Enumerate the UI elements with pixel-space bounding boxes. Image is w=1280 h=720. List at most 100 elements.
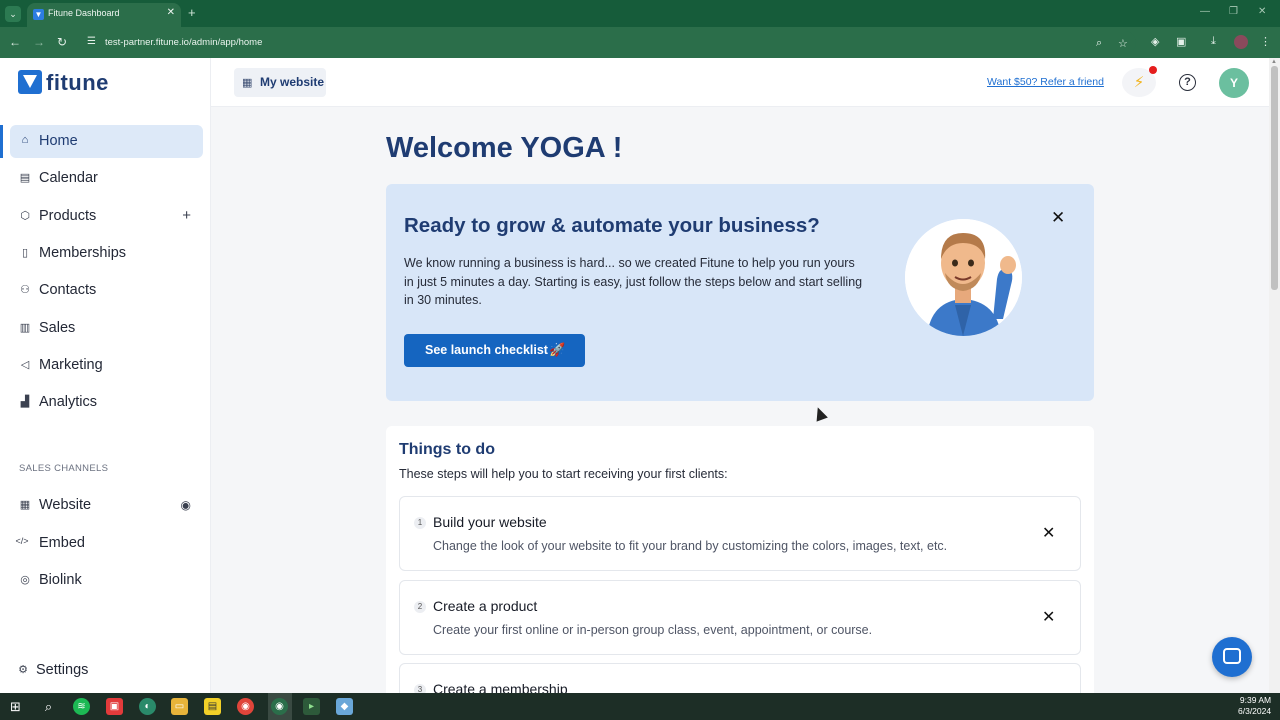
code-icon: </> — [15, 536, 29, 546]
windows-taskbar — [0, 693, 1280, 720]
puzzle-extensions-icon[interactable]: ▣ — [1176, 35, 1186, 48]
home-icon: ⌂ — [21, 134, 29, 146]
tab-title: Fitune Dashboard — [48, 8, 120, 18]
close-banner-icon[interactable]: ✕ — [1051, 208, 1065, 228]
sidebar-item-embed[interactable]: </> Embed — [10, 527, 203, 560]
eye-icon[interactable]: ◉ — [181, 498, 191, 512]
notification-dot — [1149, 66, 1157, 74]
refer-friend-link[interactable]: Want $50? Refer a friend — [987, 76, 1104, 88]
tab-search-button[interactable]: ⌄ — [5, 6, 21, 22]
sidebar-item-sales[interactable]: ▥ Sales — [10, 312, 203, 345]
extension-icon[interactable]: ◈ — [1151, 35, 1159, 48]
sidebar-item-label: Embed — [39, 535, 85, 551]
chrome-icon[interactable]: ◉ — [237, 698, 254, 715]
system-clock[interactable]: 9:39 AM 6/3/2024 — [1238, 695, 1271, 717]
reload-icon[interactable]: ↻ — [57, 35, 67, 49]
restore-icon[interactable]: ❐ — [1229, 6, 1238, 17]
sidebar-item-label: Home — [39, 133, 78, 149]
spotify-icon[interactable]: ≋ — [73, 698, 90, 715]
sidebar-item-settings[interactable]: ⚙ Settings — [8, 654, 201, 687]
fitune-logo-icon[interactable] — [18, 70, 42, 94]
chart-icon: ▟ — [20, 396, 30, 408]
back-icon[interactable]: ← — [9, 35, 21, 49]
file-explorer-icon[interactable]: ▭ — [171, 698, 188, 715]
my-website-button[interactable]: ▦ My website — [234, 68, 326, 97]
sidebar-item-contacts[interactable]: ⚇ Contacts — [10, 274, 203, 307]
sidebar-item-calendar[interactable]: ▤ Calendar — [10, 162, 203, 195]
banner-text: We know running a business is hard... so… — [404, 256, 863, 307]
address-bar[interactable]: ☰ test-partner.fitune.io/admin/app/home … — [80, 31, 1136, 54]
browser-menu-icon[interactable]: ⋮ — [1260, 35, 1271, 48]
help-icon[interactable]: ? — [1179, 74, 1196, 91]
sidebar-item-home[interactable]: ⌂ Home — [10, 125, 203, 158]
top-header: ▦ My website Want $50? Refer a friend ⚡ … — [211, 58, 1269, 107]
my-website-label: My website — [260, 75, 325, 89]
bookmark-star-icon[interactable]: ☆ — [1118, 37, 1128, 50]
receipt-icon: ▥ — [19, 322, 31, 334]
site-info-icon[interactable]: ☰ — [87, 36, 96, 47]
mouse-cursor-icon — [812, 405, 828, 422]
download-icon[interactable]: ⤓ — [1211, 35, 1216, 48]
browser-profile-avatar[interactable] — [1234, 35, 1248, 49]
step-title: Create a product — [433, 598, 538, 614]
chat-support-button[interactable] — [1212, 637, 1252, 677]
zoom-icon[interactable]: ⌕ — [1096, 37, 1102, 50]
sales-channels-header: SALES CHANNELS — [19, 463, 109, 474]
sidebar-item-label: Contacts — [39, 282, 97, 298]
forward-icon[interactable]: → — [33, 35, 45, 49]
windows-start-icon[interactable]: ⊞ — [7, 698, 24, 715]
box-icon: ⬡ — [20, 210, 30, 222]
add-product-icon[interactable]: + — [182, 207, 191, 224]
sidebar-item-label: Settings — [36, 662, 89, 678]
tab-close-icon[interactable]: ✕ — [167, 7, 175, 18]
sidebar-item-biolink[interactable]: ◎ Biolink — [10, 564, 203, 597]
todo-step[interactable]: 1 Build your website Change the look of … — [399, 496, 1081, 571]
app-red-icon[interactable]: ▣ — [106, 698, 123, 715]
sidebar-item-marketing[interactable]: ◁ Marketing — [10, 349, 203, 382]
terminal-icon[interactable]: ▸ — [303, 698, 320, 715]
browser-tab[interactable]: ▼ Fitune Dashboard ✕ — [27, 3, 181, 27]
browser-tab-bar: ⌄ ▼ Fitune Dashboard ✕ + — ❐ ✕ — [0, 0, 1280, 27]
globe-icon: ▦ — [19, 499, 31, 511]
card-icon: ▯ — [21, 247, 29, 259]
page-title: Welcome YOGA ! — [386, 132, 623, 164]
app-green-icon[interactable]: ◐ — [139, 698, 156, 715]
window-close-icon[interactable]: ✕ — [1258, 6, 1266, 17]
chrome-profile-icon[interactable]: ◉ — [271, 698, 288, 715]
sidebar-item-website[interactable]: ▦ Website ◉ — [10, 489, 203, 522]
sidebar-item-label: Calendar — [39, 170, 98, 186]
sidebar-item-label: Analytics — [39, 394, 98, 410]
todo-title: Things to do — [399, 441, 495, 458]
taskbar-search-icon[interactable]: ⌕ — [40, 698, 57, 715]
sidebar-item-analytics[interactable]: ▟ Analytics — [10, 386, 203, 419]
scroll-up-arrow-icon[interactable]: ▲ — [1271, 59, 1277, 65]
app-blue-icon[interactable]: ◆ — [336, 698, 353, 715]
minimize-icon[interactable]: — — [1200, 6, 1210, 17]
todo-subtitle: These steps will help you to start recei… — [399, 467, 728, 481]
dismiss-step-icon[interactable]: ✕ — [1042, 607, 1055, 627]
step-number: 1 — [414, 517, 426, 529]
target-icon: ◎ — [20, 574, 30, 586]
rocket-icon: 🚀 — [549, 342, 566, 357]
welcome-banner: Ready to grow & automate your business? … — [386, 184, 1094, 401]
scrollbar-thumb[interactable] — [1271, 66, 1278, 290]
clock-date: 6/3/2024 — [1238, 706, 1272, 716]
dismiss-step-icon[interactable]: ✕ — [1042, 523, 1055, 543]
todo-step[interactable]: 2 Create a product Create your first onl… — [399, 580, 1081, 655]
active-nav-indicator — [0, 125, 3, 158]
sticky-notes-icon[interactable]: ▤ — [204, 698, 221, 715]
sidebar-item-memberships[interactable]: ▯ Memberships — [10, 237, 203, 270]
logo-text[interactable]: fitune — [46, 70, 109, 96]
banner-title: Ready to grow & automate your business? — [404, 214, 820, 237]
things-to-do-card: Things to do These steps will help you t… — [386, 426, 1094, 720]
sidebar-item-label: Sales — [39, 320, 76, 336]
calendar-icon: ▤ — [19, 172, 31, 184]
launch-checklist-button[interactable]: See launch checklist 🚀 — [404, 334, 585, 367]
fitune-favicon-icon: ▼ — [33, 9, 44, 20]
sidebar-item-products[interactable]: ⬡ Products + — [10, 200, 203, 233]
memoji-avatar-illustration — [905, 219, 1022, 336]
clock-time: 9:39 AM — [1239, 695, 1272, 705]
chat-icon — [1223, 648, 1241, 664]
user-avatar[interactable]: Y — [1219, 68, 1249, 98]
new-tab-button[interactable]: + — [188, 5, 196, 20]
